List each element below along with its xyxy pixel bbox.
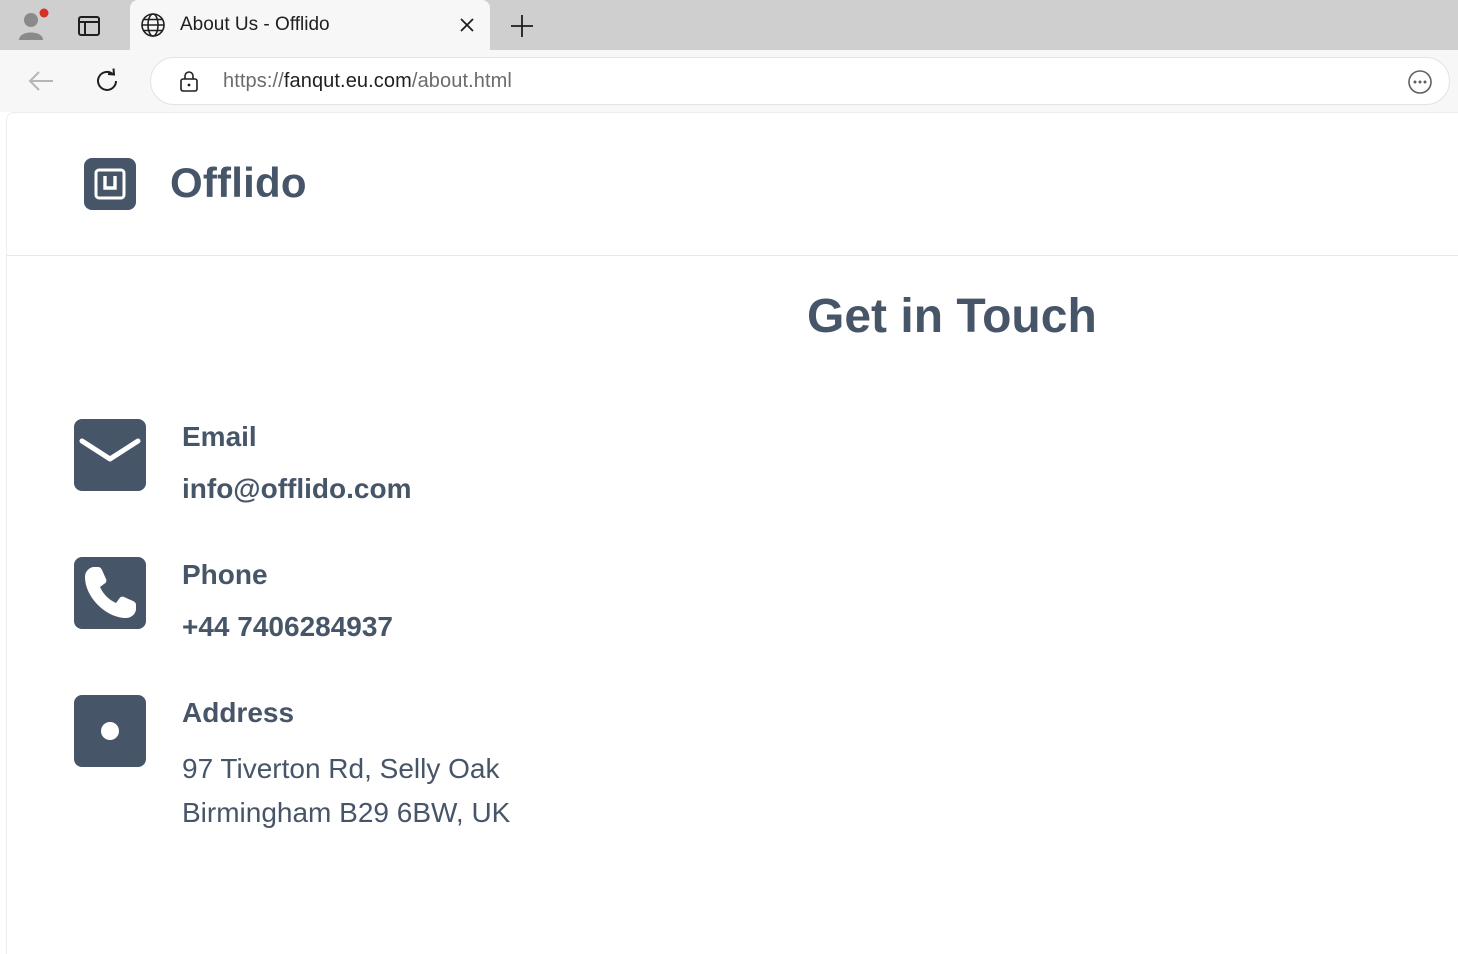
email-value[interactable]: info@offlido.com [182,467,411,511]
location-icon [74,695,146,767]
more-options-icon[interactable] [1407,69,1433,95]
address-line-2: Birmingham B29 6BW, UK [182,797,511,828]
web-page: Offlido Get in Touch Email info@offlido.… [6,112,1458,954]
address-bar[interactable]: https://fanqut.eu.com/about.html [150,57,1450,105]
url-path: /about.html [411,69,512,92]
lock-icon[interactable] [177,69,201,93]
address-url[interactable]: https://fanqut.eu.com/about.html [223,70,512,93]
back-arrow-icon[interactable] [24,64,58,98]
address-line-1: 97 Tiverton Rd, Selly Oak [182,753,500,784]
profile-avatar-icon[interactable] [16,8,50,42]
active-tab[interactable]: About Us - Offlido [130,0,490,50]
site-header: Offlido [7,113,1458,256]
contact-item-email: Email info@offlido.com [74,419,774,529]
globe-icon [140,12,166,38]
phone-value[interactable]: +44 7406284937 [182,605,393,649]
brand-name[interactable]: Offlido [170,159,307,207]
url-scheme: https:// [223,69,284,92]
page-title: Get in Touch [807,290,1097,343]
tab-title: About Us - Offlido [180,14,330,35]
brand-logo-icon[interactable] [84,158,136,210]
contact-label: Address [182,697,295,728]
reload-icon[interactable] [90,64,124,98]
contact-item-address: Address 97 Tiverton Rd, Selly Oak Birmin… [74,695,774,835]
close-icon[interactable] [450,8,484,42]
plus-icon[interactable] [506,10,538,42]
browser-tab-strip: About Us - Offlido [0,0,1458,50]
url-host: fanqut.eu.com [283,69,412,92]
contact-label: Phone [182,559,268,590]
contact-label: Email [182,421,257,452]
phone-icon [74,557,146,629]
mail-icon [74,419,146,491]
tab-actions-icon[interactable] [74,12,104,40]
contact-item-phone: Phone +44 7406284937 [74,557,774,667]
browser-toolbar: https://fanqut.eu.com/about.html [0,50,1458,112]
